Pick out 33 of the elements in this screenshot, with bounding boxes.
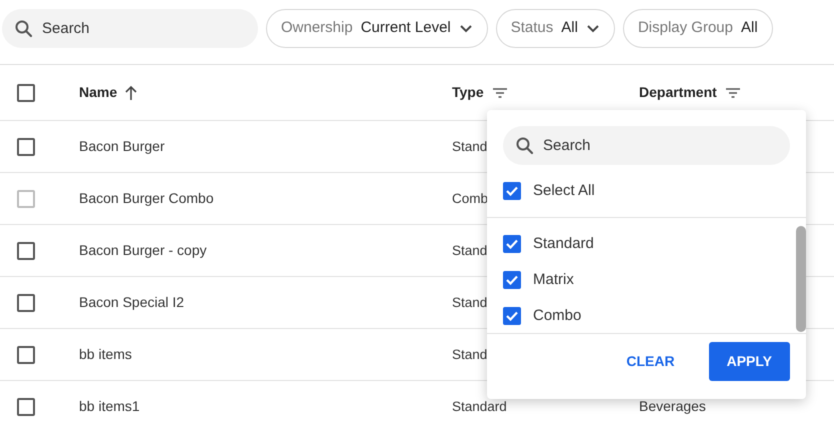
table-cell: Bacon Special I2 bbox=[79, 294, 184, 310]
table-cell: Beverages bbox=[639, 398, 706, 414]
filter-label: Status bbox=[510, 18, 554, 38]
search-field[interactable]: Search bbox=[503, 126, 790, 165]
filter-value: Current Level bbox=[360, 18, 451, 38]
search-field[interactable]: Search bbox=[2, 9, 258, 48]
filter-chip[interactable]: Status All bbox=[496, 9, 615, 48]
column-header[interactable]: Name bbox=[79, 82, 138, 103]
option-label: Standard bbox=[533, 234, 594, 254]
table-cell: Standard bbox=[452, 398, 507, 414]
option-label: Select All bbox=[533, 180, 595, 201]
table-cell: Bacon Burger - copy bbox=[79, 242, 207, 258]
table-cell: bb items bbox=[79, 346, 132, 362]
table-cell: bb items1 bbox=[79, 398, 140, 414]
filter-label: Ownership bbox=[281, 18, 353, 38]
filter-value: All bbox=[561, 18, 578, 38]
filter-value: All bbox=[741, 18, 758, 38]
option-label: Matrix bbox=[533, 270, 574, 290]
table-cell: Comb bbox=[452, 190, 488, 206]
filter-label: Display Group bbox=[638, 18, 733, 38]
option-label: Combo bbox=[533, 306, 582, 326]
table-cell: Stand bbox=[452, 242, 488, 258]
table-cell: Bacon Burger bbox=[79, 138, 165, 154]
table-cell: Bacon Burger Combo bbox=[79, 190, 214, 206]
filter-chip[interactable]: Display Group All bbox=[622, 9, 773, 48]
table-cell: Stand bbox=[452, 346, 488, 362]
filter-chip[interactable]: Ownership Current Level bbox=[266, 9, 488, 48]
table-cell: Stand bbox=[452, 138, 488, 154]
apply-button[interactable]: APPLY bbox=[708, 342, 790, 381]
column-header[interactable]: Department bbox=[639, 82, 741, 103]
column-header[interactable]: Type bbox=[452, 82, 508, 103]
clear-button[interactable]: CLEAR bbox=[608, 342, 693, 381]
table-cell: Stand bbox=[452, 294, 488, 310]
